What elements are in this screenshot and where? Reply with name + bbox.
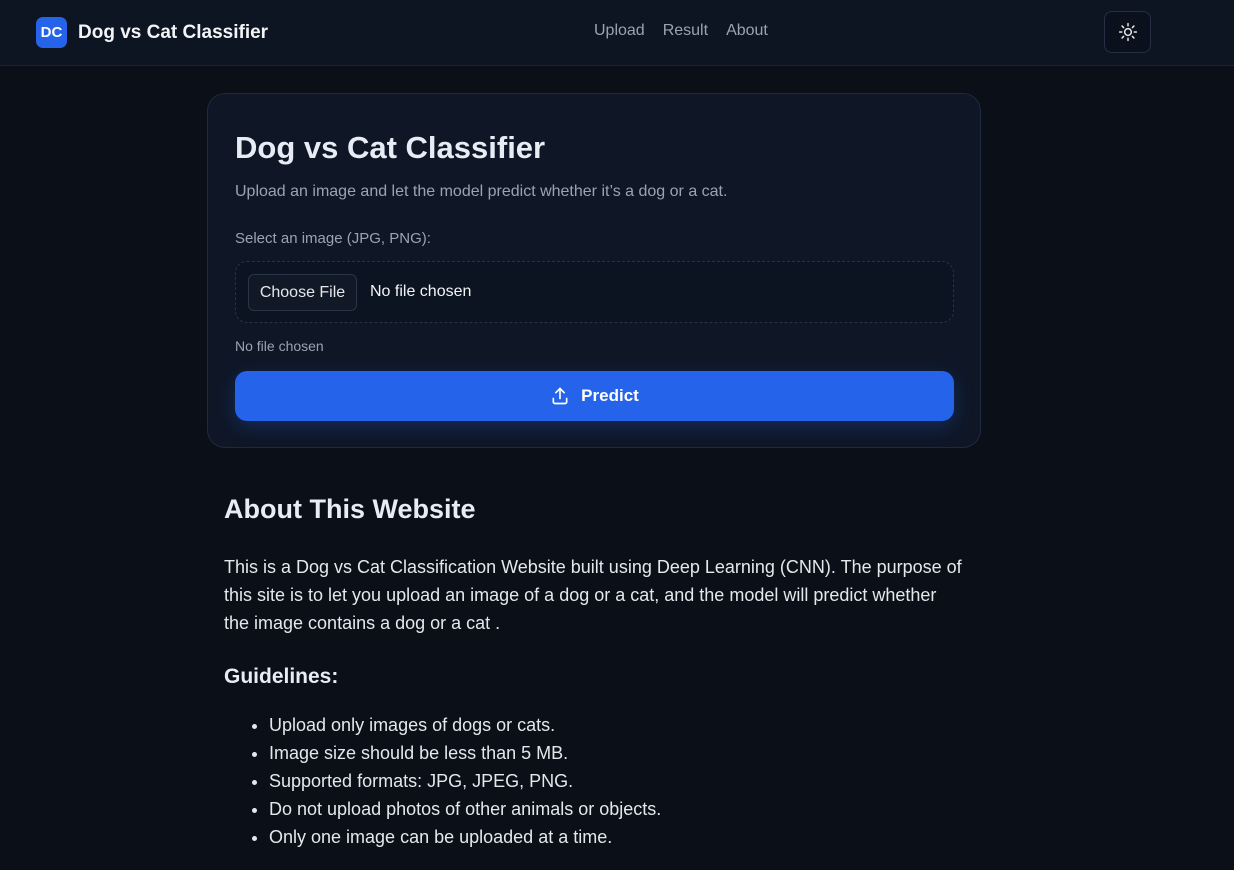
top-navbar: DC Dog vs Cat Classifier Upload Result A… [0, 0, 1234, 66]
brand[interactable]: DC Dog vs Cat Classifier [36, 17, 268, 48]
guideline-item: Supported formats: JPG, JPEG, PNG. [269, 767, 964, 795]
nav-link-result[interactable]: Result [663, 22, 708, 40]
predict-label: Predict [581, 386, 639, 405]
file-select-label: Select an image (JPG, PNG): [235, 230, 431, 247]
guidelines-title: Guidelines: [224, 665, 339, 688]
theme-toggle-button[interactable] [1104, 11, 1151, 53]
logo-badge: DC [36, 17, 67, 48]
card-subtitle: Upload an image and let the model predic… [235, 183, 728, 200]
about-description: This is a Dog vs Cat Classification Webs… [224, 557, 962, 633]
main-nav: Upload Result About [594, 22, 786, 40]
upload-icon [552, 387, 568, 405]
file-status-text: No file chosen [370, 283, 472, 300]
guideline-item: Only one image can be uploaded at a time… [269, 823, 964, 851]
upload-card: Dog vs Cat Classifier Upload an image an… [207, 93, 981, 448]
predict-button[interactable]: Predict [235, 371, 954, 421]
guideline-item: Upload only images of dogs or cats. [269, 711, 964, 739]
file-input-zone[interactable]: Choose File No file chosen [235, 261, 954, 323]
choose-file-button[interactable]: Choose File [248, 274, 357, 311]
site-title: Dog vs Cat Classifier [78, 21, 269, 43]
nav-link-about[interactable]: About [726, 22, 768, 40]
guideline-item: Do not upload photos of other animals or… [269, 795, 964, 823]
sun-icon [1118, 22, 1137, 42]
about-section: About This Website This is a Dog vs Cat … [224, 494, 964, 851]
file-chosen-note: No file chosen [235, 338, 324, 354]
about-title: About This Website [224, 494, 476, 524]
card-title: Dog vs Cat Classifier [235, 130, 546, 165]
nav-link-upload[interactable]: Upload [594, 22, 645, 40]
guideline-item: Image size should be less than 5 MB. [269, 739, 964, 767]
guidelines-list: Upload only images of dogs or cats. Imag… [224, 711, 964, 851]
